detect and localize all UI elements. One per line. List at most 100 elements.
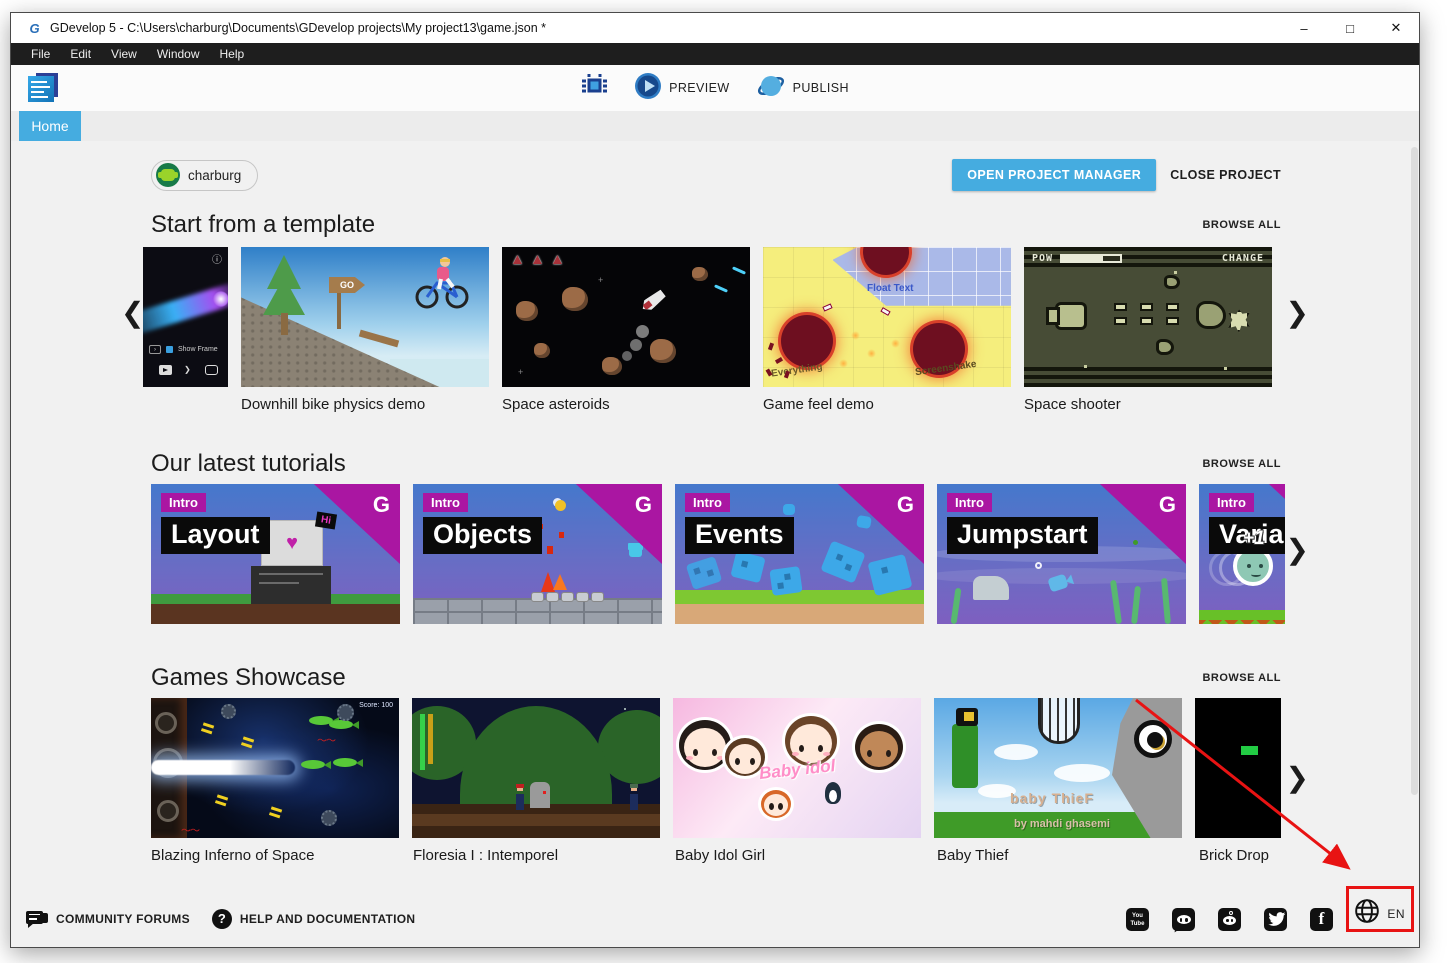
- twitter-mini-icon: [182, 365, 195, 375]
- gdevelop-logo: G: [373, 492, 390, 518]
- template-caption: Space asteroids: [502, 396, 750, 413]
- showcase-caption: Brick Drop: [1199, 847, 1285, 864]
- help-icon: ?: [212, 909, 232, 929]
- minimize-button[interactable]: –: [1281, 13, 1327, 43]
- showcase-section-header: Games Showcase BROWSE ALL: [151, 664, 1281, 692]
- publish-button[interactable]: PUBLISH: [756, 72, 849, 105]
- menu-file[interactable]: File: [21, 43, 60, 65]
- title-bar: G GDevelop 5 - C:\Users\charburg\Documen…: [11, 13, 1419, 43]
- babythief-title-text: baby ThieF: [1010, 790, 1094, 806]
- tutorials-browse-all[interactable]: BROWSE ALL: [1202, 458, 1281, 470]
- language-button[interactable]: EN: [1352, 894, 1407, 933]
- tab-bar: Home: [11, 111, 1419, 141]
- showcase-thumbnail-brickdrop[interactable]: [1195, 698, 1281, 838]
- template-thumbnail-gamefeel[interactable]: Float Text Everything Screenshake: [763, 247, 1011, 387]
- twitter-icon[interactable]: [1264, 908, 1287, 931]
- template-caption: Game feel demo: [763, 396, 1011, 413]
- forum-icon: [26, 911, 48, 928]
- vertical-scrollbar[interactable]: [1411, 147, 1418, 795]
- app-window: G GDevelop 5 - C:\Users\charburg\Documen…: [10, 12, 1420, 948]
- footer-links: COMMUNITY FORUMS ? HELP AND DOCUMENTATIO…: [26, 909, 415, 929]
- menu-window[interactable]: Window: [147, 43, 210, 65]
- social-links: YouTube f: [1126, 908, 1333, 931]
- template-caption: Downhill bike physics demo: [241, 396, 489, 413]
- content-header: charburg OPEN PROJECT MANAGER CLOSE PROJ…: [151, 159, 1281, 191]
- showcase-title: Games Showcase: [151, 664, 346, 692]
- tab-home[interactable]: Home: [19, 111, 81, 141]
- bike-art: [409, 255, 473, 311]
- showcase-caption: Baby Idol Girl: [675, 847, 924, 864]
- carousel-next-icon[interactable]: ❯: [1286, 299, 1309, 327]
- tutorial-card-jumpstart[interactable]: G Intro Jumpstart: [937, 484, 1186, 624]
- facebook-icon[interactable]: f: [1310, 908, 1333, 931]
- preview-button[interactable]: PREVIEW: [634, 72, 729, 105]
- tutorials-title: Our latest tutorials: [151, 450, 346, 478]
- showcase-caption: Floresia I : Intemporel: [413, 847, 662, 864]
- showcase-thumbnail-babythief[interactable]: baby ThieF by mahdi ghasemi: [934, 698, 1182, 838]
- play-icon: [634, 72, 662, 105]
- tutorials-section-header: Our latest tutorials BROWSE ALL: [151, 450, 1281, 478]
- youtube-icon[interactable]: YouTube: [1126, 908, 1149, 931]
- templates-browse-all[interactable]: BROWSE ALL: [1202, 219, 1281, 231]
- showcase-caption: Blazing Inferno of Space: [151, 847, 400, 864]
- main-toolbar: PREVIEW PUBLISH: [11, 65, 1419, 111]
- showcase-captions: Blazing Inferno of Space Floresia I : In…: [151, 847, 1419, 864]
- template-thumbnail-asteroids[interactable]: ▲ ▲ ▲ ++: [502, 247, 750, 387]
- preview-label: PREVIEW: [669, 81, 729, 95]
- avatar: [156, 163, 180, 187]
- close-button[interactable]: ✕: [1373, 13, 1419, 43]
- publish-label: PUBLISH: [793, 81, 849, 95]
- info-icon: ⓘ: [212, 251, 222, 266]
- menu-view[interactable]: View: [101, 43, 147, 65]
- user-chip[interactable]: charburg: [151, 160, 258, 191]
- menu-bar: File Edit View Window Help: [11, 43, 1419, 65]
- username: charburg: [188, 168, 241, 183]
- showcase-caption: Baby Thief: [937, 847, 1186, 864]
- community-forums-link[interactable]: COMMUNITY FORUMS: [26, 911, 190, 928]
- template-caption: Space shooter: [1024, 396, 1272, 413]
- home-page: charburg OPEN PROJECT MANAGER CLOSE PROJ…: [11, 141, 1419, 947]
- tutorials-carousel: G Intro Layout ♥ Hi G Intro Objects: [151, 484, 1281, 624]
- reddit-icon[interactable]: [1218, 908, 1241, 931]
- project-manager-icon[interactable]: [28, 73, 60, 103]
- thief-character-art: [952, 724, 978, 788]
- help-documentation-link[interactable]: ? HELP AND DOCUMENTATION: [212, 909, 416, 929]
- templates-section-header: Start from a template BROWSE ALL: [151, 211, 1281, 239]
- planet-icon: [756, 72, 786, 105]
- menu-edit[interactable]: Edit: [60, 43, 101, 65]
- showcase-thumbnail-blazing[interactable]: 〜〜〜〜 Score: 100: [151, 698, 399, 838]
- showcase-carousel: 〜〜〜〜 Score: 100: [151, 698, 1281, 838]
- window-title: GDevelop 5 - C:\Users\charburg\Documents…: [50, 21, 546, 35]
- template-thumbnail-partial[interactable]: ⓘ ›Show Frame: [143, 247, 228, 387]
- babyidol-logo-text: Baby idol: [758, 756, 836, 784]
- discord-icon[interactable]: [1172, 908, 1195, 931]
- menu-help[interactable]: Help: [210, 43, 255, 65]
- tutorial-card-layout[interactable]: G Intro Layout ♥ Hi: [151, 484, 400, 624]
- tutorial-card-events[interactable]: G Intro Events: [675, 484, 924, 624]
- carousel-prev-icon[interactable]: ❮: [121, 299, 144, 327]
- templates-title: Start from a template: [151, 211, 375, 239]
- cage-art: [1038, 698, 1080, 744]
- language-label: EN: [1387, 907, 1405, 921]
- gdevelop-app-icon: G: [27, 21, 42, 36]
- maximize-button[interactable]: □: [1327, 13, 1373, 43]
- carousel-next-icon[interactable]: ❯: [1286, 536, 1309, 564]
- template-thumbnail-shooter[interactable]: POW CHANGE: [1024, 247, 1272, 387]
- showcase-thumbnail-babyidol[interactable]: Baby idol: [673, 698, 921, 838]
- heart-icon: ♥: [286, 532, 298, 554]
- globe-icon: [1354, 898, 1380, 929]
- tutorial-card-objects[interactable]: G Intro Objects: [413, 484, 662, 624]
- template-thumbnail-downhill[interactable]: GO: [241, 247, 489, 387]
- showcase-thumbnail-floresia[interactable]: [412, 698, 660, 838]
- open-project-manager-button[interactable]: OPEN PROJECT MANAGER: [952, 159, 1156, 191]
- share-mini-icon: [205, 365, 218, 375]
- templates-captions: Downhill bike physics demo Space asteroi…: [143, 396, 1419, 413]
- debug-icon[interactable]: [581, 72, 608, 104]
- youtube-mini-icon: [159, 365, 172, 375]
- close-project-button[interactable]: CLOSE PROJECT: [1170, 168, 1281, 182]
- showcase-browse-all[interactable]: BROWSE ALL: [1202, 672, 1281, 684]
- carousel-next-icon[interactable]: ❯: [1286, 764, 1309, 792]
- tutorial-card-variables[interactable]: Intro Variables +1: [1199, 484, 1285, 624]
- babythief-author-text: by mahdi ghasemi: [1014, 818, 1110, 830]
- window-controls: – □ ✕: [1281, 13, 1419, 43]
